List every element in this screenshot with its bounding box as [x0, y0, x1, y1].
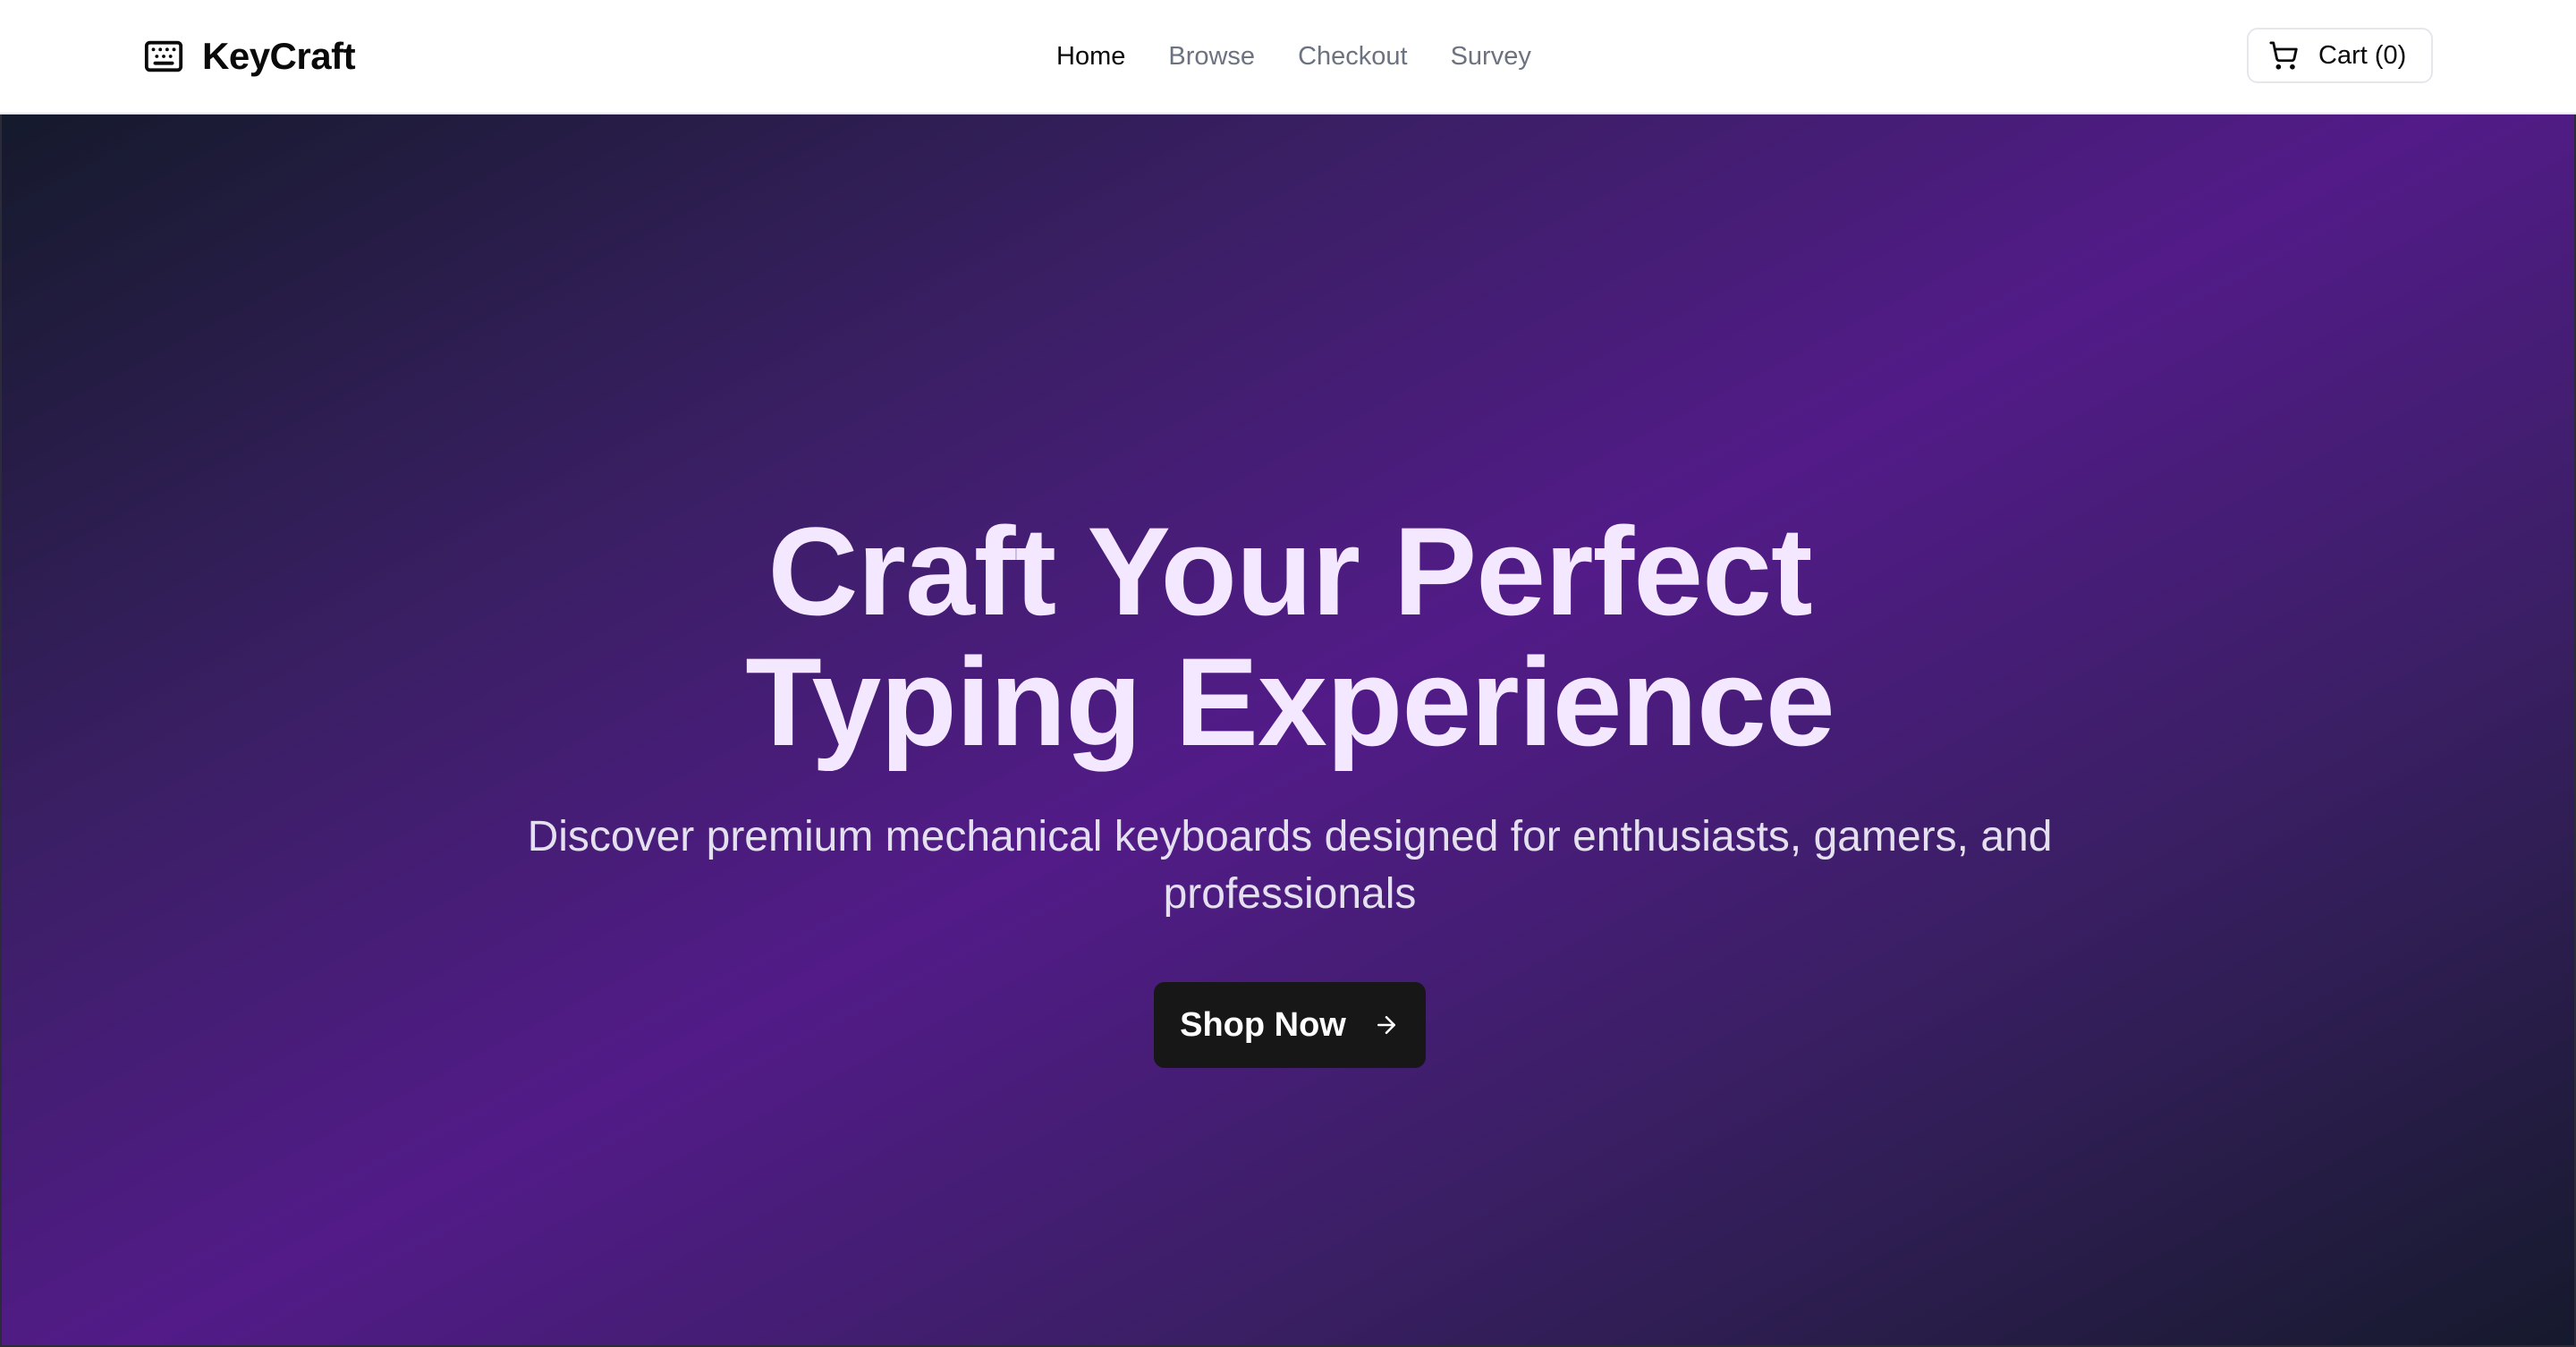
site-header: KeyCraft Home Browse Checkout Survey Car… — [0, 0, 2576, 114]
nav-link-browse[interactable]: Browse — [1168, 42, 1255, 72]
brand-logo-link[interactable]: KeyCraft — [143, 29, 356, 84]
hero-section: Craft Your Perfect Typing Experience Dis… — [0, 114, 2576, 1347]
nav-link-survey[interactable]: Survey — [1451, 42, 1531, 72]
brand-name: KeyCraft — [202, 35, 356, 77]
keyboard-icon — [144, 40, 183, 72]
nav-link-home[interactable]: Home — [1056, 42, 1125, 72]
hero-title: Craft Your Perfect Typing Experience — [2, 506, 2576, 767]
main-nav: Home Browse Checkout Survey — [1056, 32, 1531, 80]
shop-now-label: Shop Now — [1180, 1005, 1346, 1044]
hero-title-line-1: Craft Your Perfect — [767, 501, 1812, 641]
shop-now-button[interactable]: Shop Now — [1154, 982, 1426, 1068]
cart-label: Cart (0) — [2318, 40, 2407, 70]
shopping-cart-icon — [2269, 41, 2298, 70]
nav-link-checkout[interactable]: Checkout — [1298, 42, 1408, 72]
hero-title-line-2: Typing Experience — [745, 631, 1835, 772]
arrow-right-icon — [1377, 1016, 1395, 1034]
hero-subtitle: Discover premium mechanical keyboards de… — [527, 813, 2053, 918]
cart-button[interactable]: Cart (0) — [2247, 28, 2433, 83]
